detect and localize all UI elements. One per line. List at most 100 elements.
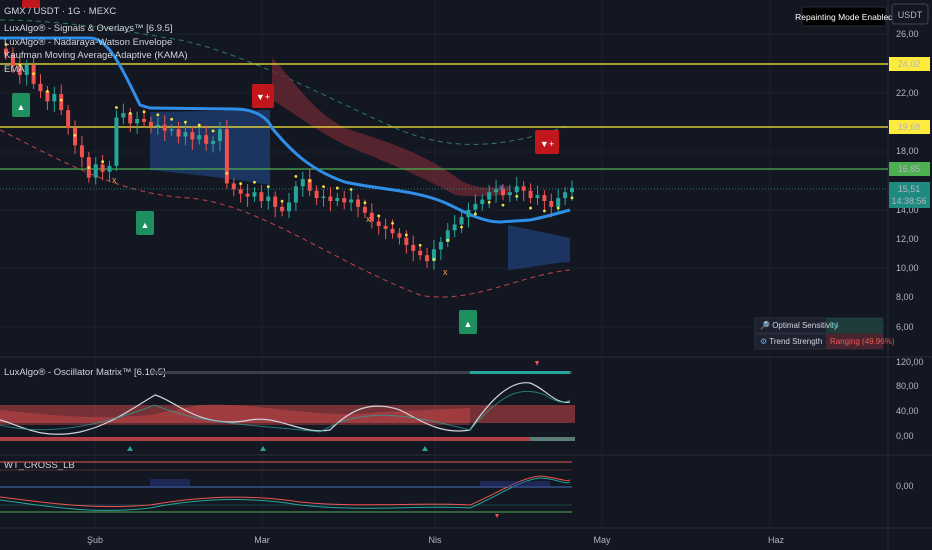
buy-signal-3[interactable]: ▲: [459, 310, 477, 334]
candle[interactable]: [114, 117, 119, 166]
candle[interactable]: [466, 209, 471, 218]
repainting-mode-button[interactable]: Repainting Mode Enabled: [795, 6, 893, 27]
candle[interactable]: [487, 192, 492, 200]
candle[interactable]: [514, 186, 519, 193]
candle[interactable]: [376, 221, 381, 226]
candle[interactable]: [245, 193, 250, 197]
candle[interactable]: [135, 118, 140, 124]
trail-dot: [404, 233, 408, 237]
candle[interactable]: [287, 202, 291, 212]
candle[interactable]: [142, 118, 147, 122]
candle[interactable]: [383, 225, 388, 229]
candle[interactable]: [507, 192, 512, 196]
candle[interactable]: [535, 195, 540, 199]
candle[interactable]: [397, 233, 402, 238]
legend-indicator-2[interactable]: LuxAlgo® - Nadaraya-Watson Envelope: [4, 37, 172, 48]
candle[interactable]: [59, 94, 64, 111]
candle[interactable]: [342, 198, 347, 203]
candle[interactable]: [190, 132, 195, 140]
trail-dot: [239, 182, 243, 186]
candle[interactable]: [459, 217, 464, 225]
candle[interactable]: [480, 199, 485, 204]
trail-dot: [46, 89, 49, 93]
candle[interactable]: [238, 189, 243, 194]
trail-dot: [432, 257, 436, 261]
candle[interactable]: [425, 255, 430, 262]
candle[interactable]: [211, 140, 216, 144]
candle[interactable]: [542, 195, 547, 202]
candle[interactable]: [121, 113, 126, 118]
time-label: May: [593, 535, 611, 545]
candle[interactable]: [155, 124, 160, 127]
cross-marker-2: x: [366, 214, 371, 224]
trail-dot: [322, 185, 325, 189]
sell-signal-1[interactable]: ▼+: [252, 84, 274, 108]
candle[interactable]: [38, 83, 43, 92]
time-label: Haz: [768, 535, 785, 545]
candle[interactable]: [183, 132, 188, 137]
chart-canvas[interactable]: ▲ ▲ ▲ ▼+ ▼+ x x x x GMX / USDT · 1G · ME…: [0, 0, 932, 550]
candle[interactable]: [162, 124, 167, 131]
candle[interactable]: [314, 190, 319, 199]
candle[interactable]: [321, 196, 326, 199]
candle[interactable]: [231, 183, 236, 190]
candle[interactable]: [217, 129, 222, 141]
legend-indicator-3[interactable]: Kaufman Moving Average Adaptive (KAMA): [4, 50, 188, 61]
candle[interactable]: [266, 196, 271, 202]
info-table: 🔎 Optimal Sensitivity 14 ⚙ Trend Strengt…: [754, 317, 895, 350]
price-tag-current: 15,51 14:38:56: [889, 182, 930, 208]
oscillator-title[interactable]: LuxAlgo® - Oscillator Matrix™ [6.10.5]: [4, 367, 166, 378]
candle[interactable]: [197, 135, 202, 140]
legend-indicator-4[interactable]: EMA: [4, 64, 25, 75]
svg-text:19,68: 19,68: [898, 122, 921, 132]
candle[interactable]: [293, 186, 298, 203]
candle[interactable]: [176, 129, 181, 137]
buy-signal-2[interactable]: ▲: [136, 211, 154, 235]
candle[interactable]: [148, 121, 153, 127]
sell-signal-2[interactable]: ▼+: [535, 130, 559, 154]
candle[interactable]: [452, 224, 457, 231]
candle[interactable]: [252, 192, 257, 197]
candle[interactable]: [24, 64, 29, 76]
candle[interactable]: [404, 237, 409, 245]
candle[interactable]: [52, 94, 57, 102]
candle[interactable]: [356, 199, 361, 207]
candle[interactable]: [280, 206, 285, 212]
legend-symbol[interactable]: GMX / USDT · 1G · MEXC: [4, 6, 116, 17]
candle[interactable]: [335, 198, 340, 202]
candle[interactable]: [107, 165, 112, 172]
candle[interactable]: [494, 189, 499, 193]
candle[interactable]: [66, 110, 71, 128]
candle[interactable]: [349, 199, 354, 203]
candle[interactable]: [411, 244, 416, 251]
candle[interactable]: [169, 129, 174, 131]
candle[interactable]: [79, 145, 84, 158]
trail-dot: [266, 185, 270, 189]
candle[interactable]: [204, 135, 209, 144]
candle[interactable]: [273, 196, 278, 207]
currency-button[interactable]: USDT: [891, 3, 929, 25]
candle[interactable]: [259, 192, 264, 202]
candle[interactable]: [438, 242, 443, 250]
candle[interactable]: [528, 190, 533, 199]
candle[interactable]: [328, 196, 333, 202]
candle[interactable]: [300, 179, 305, 187]
candle[interactable]: [556, 198, 561, 207]
buy-signal-1[interactable]: ▲: [12, 93, 30, 117]
candle[interactable]: [418, 250, 423, 256]
candle[interactable]: [100, 164, 105, 172]
candle[interactable]: [563, 192, 568, 199]
candle[interactable]: [521, 186, 526, 191]
candle[interactable]: [549, 201, 554, 207]
candle[interactable]: [390, 228, 395, 234]
candle[interactable]: [473, 203, 478, 210]
legend-indicator-1[interactable]: LuxAlgo® - Signals & Overlays™ [6.9.5]: [4, 23, 173, 34]
trail-dot: [142, 110, 146, 114]
trail-dot: [529, 206, 532, 210]
candle[interactable]: [93, 164, 98, 178]
candle[interactable]: [362, 206, 367, 213]
svg-text:24,02: 24,02: [898, 59, 921, 69]
trail-dot: [556, 206, 560, 210]
candle[interactable]: [224, 129, 229, 184]
candle[interactable]: [570, 187, 574, 193]
